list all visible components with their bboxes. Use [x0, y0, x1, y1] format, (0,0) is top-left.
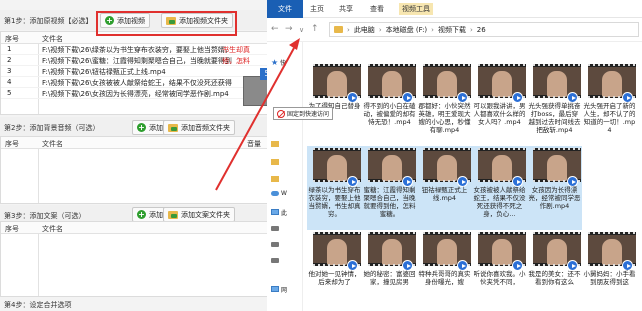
tab-file[interactable]: 文件	[267, 0, 303, 18]
cloud-icon	[271, 190, 279, 196]
file-tile[interactable]: 特种兵哥哥的真实身份曝光，嫂	[417, 230, 472, 311]
folder-icon	[168, 210, 178, 219]
highlight-box	[96, 11, 237, 36]
file-tile[interactable]: 我是的美女：还不看到你有这么	[527, 230, 582, 311]
file-name: 特种兵哥哥的真实身份曝光，嫂	[418, 270, 471, 286]
file-name: 听说你喜欢我。小伙夹凭不同，	[473, 270, 526, 286]
no-entry-icon	[277, 109, 285, 118]
folder-icon	[271, 141, 279, 147]
nav-folder[interactable]	[271, 157, 301, 167]
file-tile[interactable]	[582, 146, 637, 230]
table-row[interactable]: 1 F:\视频下载\26\绿茶以为书生穿布衣装穷，要娶上他当赘婿， 书生却真	[1, 44, 299, 55]
back-icon[interactable]: ←	[271, 24, 279, 34]
add-copy-folder-button[interactable]: 添加文案文件夹	[163, 207, 235, 222]
file-name: 光头强获得单挑奋打boss，最后穿越到过去时间线去把敌斩.mp4	[528, 102, 581, 134]
file-tile[interactable]: 可以跟我讲讲，男人都喜欢什么样的女人吗？.mp4	[472, 62, 527, 146]
nav-drive[interactable]	[271, 239, 301, 249]
tab-video-tools[interactable]: 视频工具	[399, 3, 433, 15]
file-tile[interactable]: 听说你喜欢我。小伙夹凭不同，	[472, 230, 527, 311]
copy-table[interactable]: 序号 文件名	[0, 221, 300, 297]
folder-icon	[168, 123, 178, 132]
nav-network[interactable]: 网	[271, 284, 301, 294]
navigation-pane: ★ 快 W 此 网	[267, 42, 303, 311]
file-tile[interactable]: 她的秘密：富婆回家，撞见房男	[362, 230, 417, 311]
file-tile[interactable]: 他对她一见钟情，后来却为了	[307, 230, 362, 311]
tab-view[interactable]: 查看	[370, 4, 384, 14]
add-icon: +	[137, 123, 146, 132]
breadcrumb-current[interactable]: 26	[477, 26, 486, 34]
drive-icon	[271, 241, 279, 247]
add-audio-folder-button[interactable]: 添加音频文件夹	[163, 120, 235, 135]
table-header: 序号 文件名 音量	[1, 137, 299, 149]
file-tile[interactable]: 女孩因为长得漂亮，经常被同学恶作剧.mp4	[527, 146, 582, 230]
file-tile[interactable]: 郡都好：小伙突然英雄，明王爱现大嫂的小心思，秒懂有聊.mp4	[417, 62, 472, 146]
folder-icon	[334, 26, 343, 33]
nav-quick-access[interactable]: ★ 快	[271, 57, 301, 67]
file-name: 我是的美女：还不看到你有这么	[528, 270, 581, 286]
add-icon: +	[137, 210, 146, 219]
computer-icon	[271, 209, 279, 215]
step2-title: 第2步：添加背景音频（可选）	[4, 124, 100, 132]
file-name: 他对她一见钟情，后来却为了	[308, 270, 361, 286]
nav-this-pc[interactable]: 此	[271, 207, 301, 217]
drive-icon	[271, 257, 279, 263]
drag-tooltip: 固定到快速访问	[273, 107, 334, 120]
file-name: 女孩因为长得漂亮，经常被同学恶作剧.mp4	[528, 186, 581, 210]
breadcrumb-pc[interactable]: 此电脑	[354, 25, 375, 35]
video-merge-app: 第1步：添加原视频【必选】 + 添加视频 添加视频文件夹 序号 文件名 1 F:…	[0, 0, 300, 311]
step4-title: 第4步：设定合并选项	[4, 301, 72, 309]
table-header: 序号 文件名	[1, 222, 299, 234]
breadcrumb-drive[interactable]: 本地磁盘 (F:)	[386, 25, 428, 35]
file-explorer: 文件 主页 共享 查看 视频工具 ← → ∨ ↑ › 此电脑 › 本地磁盘 (F…	[267, 0, 642, 311]
file-name: 蜜糖：江霞得知剩聚嗯合自己，当晚就要得到他，怎料蜜糖。	[363, 186, 416, 218]
file-tile[interactable]: 蜜糖：江霞得知剩聚嗯合自己，当晚就要得到他，怎料蜜糖。	[362, 146, 417, 230]
file-name: 郡都好：小伙突然英雄，明王爱现大嫂的小心思，秒懂有聊.mp4	[418, 102, 471, 134]
file-name: 钮祜禄甄正式上线.mp4	[421, 186, 468, 202]
star-icon: ★	[271, 57, 279, 67]
breadcrumb-folder[interactable]: 视频下载	[438, 25, 466, 35]
file-tile[interactable]: 光头强获得单挑奋打boss，最后穿越到过去时间线去把敌斩.mp4	[527, 62, 582, 146]
network-icon	[271, 286, 279, 292]
address-bar[interactable]: › 此电脑 › 本地磁盘 (F:) › 视频下载 › 26	[329, 22, 639, 37]
nav-drive[interactable]	[271, 255, 301, 265]
ribbon-tabs: 文件 主页 共享 查看 视频工具	[267, 0, 642, 18]
folder-icon	[271, 159, 279, 165]
step2-header: 第2步：添加背景音频（可选） + 添加音频 添加音频文件夹	[0, 117, 300, 137]
file-name: 得不到的小白在磕动，被偏爱的却有恃无恐！.mp4	[363, 102, 416, 126]
chevron-down-icon[interactable]: ∨	[299, 26, 304, 34]
nav-onedrive[interactable]: W	[271, 188, 301, 198]
up-icon[interactable]: ↑	[311, 24, 319, 34]
file-tile[interactable]: 光头强开启了新的人生，却不认了的知道的一切！.mp4	[582, 62, 637, 146]
file-name: 绿茶以为书生穿布衣装穷，要娶上他当赘婿，书生却真穷。	[308, 186, 361, 218]
nav-folder[interactable]	[271, 139, 301, 149]
file-name: 女孩被被人献祭给蛇王，结果不仅没死还获得不死之身，负心…	[473, 186, 526, 218]
folder-icon	[271, 176, 279, 182]
file-name: 可以跟我讲讲，男人都喜欢什么样的女人吗？.mp4	[473, 102, 526, 126]
address-bar-row: ← → ∨ ↑ › 此电脑 › 本地磁盘 (F:) › 视频下载 › 26	[267, 18, 642, 42]
step1-title: 第1步：添加原视频【必选】	[4, 17, 93, 25]
nav-drive[interactable]	[271, 223, 301, 233]
table-row[interactable]: 2 F:\视频下载\26\蜜糖：江霞得知剩聚嗯合自己，当晚就要得到 他，怎料	[1, 55, 299, 66]
file-tile[interactable]: 为了得知自己替身	[307, 62, 362, 146]
file-tile[interactable]: 得不到的小白在磕动，被偏爱的却有恃无恐！.mp4	[362, 62, 417, 146]
file-tile[interactable]: 绿茶以为书生穿布衣装穷，要娶上他当赘婿，书生却真穷。	[307, 146, 362, 230]
file-tile[interactable]: 小舅妈妈：小手看到朋友得到这	[582, 230, 637, 311]
forward-icon[interactable]: →	[285, 24, 293, 34]
tab-share[interactable]: 共享	[339, 4, 353, 14]
audio-table[interactable]: 序号 文件名 音量	[0, 136, 300, 204]
step3-title: 第3步：添加文案（可选）	[4, 212, 86, 220]
file-tile[interactable]: 钮祜禄甄正式上线.mp4	[417, 146, 472, 230]
file-name: 小舅妈妈：小手看到朋友得到这	[583, 270, 636, 286]
file-tile[interactable]: 女孩被被人献祭给蛇王，结果不仅没死还获得不死之身，负心…	[472, 146, 527, 230]
file-name: 光头强开启了新的人生，却不认了的知道的一切！.mp4	[583, 102, 636, 134]
file-name: 她的秘密：富婆回家，撞见房男	[363, 270, 416, 286]
nav-folder[interactable]	[271, 174, 301, 184]
tab-home[interactable]: 主页	[310, 4, 324, 14]
drive-icon	[271, 225, 279, 231]
